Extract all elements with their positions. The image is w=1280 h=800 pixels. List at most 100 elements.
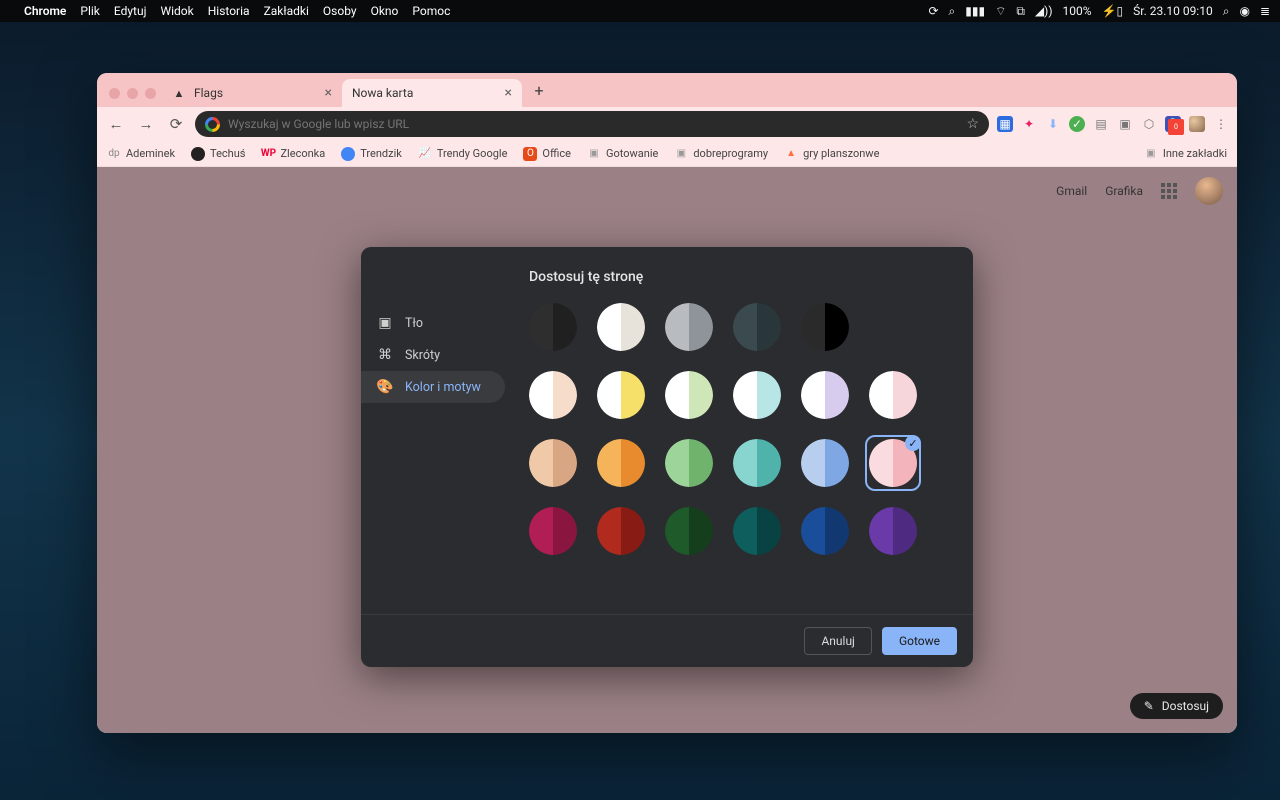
color-swatch[interactable] (665, 371, 713, 419)
color-swatch[interactable] (801, 439, 849, 487)
google-icon (205, 117, 220, 132)
color-swatch[interactable] (733, 303, 781, 351)
sidebar-item-background[interactable]: ▣ Tło (361, 307, 505, 339)
gmail-link[interactable]: Gmail (1056, 184, 1087, 198)
color-swatch[interactable] (665, 507, 713, 555)
color-swatch[interactable] (801, 371, 849, 419)
extensions: ▦ ✦ ⬇ ✓ ▤ ▣ ⬡ 🔒0 ⋮ (997, 116, 1229, 132)
close-icon[interactable]: × (325, 85, 332, 101)
sidebar-item-color-theme[interactable]: 🎨 Kolor i motyw (361, 371, 505, 403)
color-swatch[interactable] (597, 507, 645, 555)
ext-icon[interactable]: ⬡ (1141, 116, 1157, 132)
menu-edytuj[interactable]: Edytuj (114, 4, 147, 18)
color-swatch[interactable] (529, 371, 577, 419)
tab-newtab[interactable]: Nowa karta × (342, 79, 522, 107)
menu-widok[interactable]: Widok (160, 4, 193, 18)
color-swatch[interactable] (529, 303, 577, 351)
color-swatch[interactable] (869, 507, 917, 555)
bookmark-item[interactable]: WPZleconka (261, 147, 325, 161)
tab-strip: ▲ Flags × Nowa karta × + (97, 73, 1237, 107)
omnibox[interactable]: ☆ (195, 111, 989, 137)
color-swatch[interactable]: ✓ (869, 439, 917, 487)
ext-icon[interactable]: ✓ (1069, 116, 1085, 132)
reload-button[interactable]: ⟳ (165, 113, 187, 135)
bookmark-item[interactable]: Techuś (191, 147, 245, 161)
color-swatch[interactable] (869, 371, 917, 419)
ext-icon[interactable]: ▣ (1117, 116, 1133, 132)
menu-plik[interactable]: Plik (80, 4, 100, 18)
forward-button[interactable]: → (135, 113, 157, 135)
app-name[interactable]: Chrome (24, 4, 66, 18)
ext-icon[interactable]: ✦ (1021, 116, 1037, 132)
pencil-icon: ✎ (1144, 699, 1154, 713)
color-swatch[interactable] (733, 439, 781, 487)
color-swatch[interactable] (597, 371, 645, 419)
menu-okno[interactable]: Okno (371, 4, 399, 18)
flag-icon: ▲ (172, 86, 186, 100)
bookmark-item[interactable]: ▣Gotowanie (587, 147, 658, 161)
dialog-title: Dostosuj tę stronę (529, 269, 943, 285)
volume-icon[interactable]: ◢)) (1035, 4, 1053, 18)
customize-dialog: ▣ Tło ⌘ Skróty 🎨 Kolor i motyw Dostosuj … (361, 247, 973, 667)
grafika-link[interactable]: Grafika (1105, 184, 1143, 198)
spotlight-icon[interactable]: ⌕ (1223, 4, 1230, 19)
color-swatch[interactable] (597, 303, 645, 351)
color-swatch[interactable] (529, 507, 577, 555)
dialog-sidebar: ▣ Tło ⌘ Skróty 🎨 Kolor i motyw (361, 247, 511, 614)
bookmark-item[interactable]: ▲gry planszonwe (784, 147, 879, 161)
color-swatch[interactable] (597, 439, 645, 487)
tab-flags[interactable]: ▲ Flags × (162, 79, 342, 107)
chrome-window: ▲ Flags × Nowa karta × + ← → ⟳ ☆ ▦ ✦ ⬇ ✓… (97, 73, 1237, 733)
ext-icon[interactable]: ⬇ (1045, 116, 1061, 132)
color-swatches: ✓ (529, 303, 943, 555)
color-swatch[interactable] (529, 439, 577, 487)
bookmark-item[interactable]: Trendzik (341, 147, 402, 161)
dialog-footer: Anuluj Gotowe (361, 614, 973, 667)
wifi-icon[interactable]: ⌔ (995, 4, 1006, 19)
cancel-button[interactable]: Anuluj (804, 627, 871, 655)
sync-icon[interactable]: ⟳ (928, 4, 938, 18)
menu-zakladki[interactable]: Zakładki (264, 4, 309, 18)
menu-pomoc[interactable]: Pomoc (412, 4, 450, 18)
sidebar-item-shortcuts[interactable]: ⌘ Skróty (361, 339, 505, 371)
ntp-viewport: Gmail Grafika ✎ Dostosuj ▣ Tło ⌘ Skróty (97, 167, 1237, 733)
window-controls[interactable] (105, 88, 162, 107)
done-button[interactable]: Gotowe (882, 627, 957, 655)
check-icon: ✓ (905, 435, 921, 451)
address-input[interactable] (228, 117, 958, 131)
bluetooth-icon[interactable]: ⧉ (1016, 4, 1025, 19)
color-swatch[interactable] (801, 303, 849, 351)
menu-historia[interactable]: Historia (208, 4, 250, 18)
color-swatch[interactable] (801, 507, 849, 555)
battery-icon[interactable]: ▮▮▮ (965, 4, 985, 18)
siri-icon[interactable]: ◉ (1239, 4, 1249, 18)
list-icon[interactable]: ≣ (1260, 4, 1270, 18)
close-icon[interactable]: × (505, 85, 512, 101)
toolbar: ← → ⟳ ☆ ▦ ✦ ⬇ ✓ ▤ ▣ ⬡ 🔒0 ⋮ (97, 107, 1237, 141)
bookmark-item[interactable]: 📈Trendy Google (418, 147, 508, 161)
color-swatch[interactable] (665, 439, 713, 487)
color-swatch[interactable] (733, 371, 781, 419)
ext-icon[interactable]: ▦ (997, 116, 1013, 132)
menu-osoby[interactable]: Osoby (323, 4, 357, 18)
bookmark-star-icon[interactable]: ☆ (966, 116, 979, 132)
other-bookmarks[interactable]: ▣Inne zakładki (1144, 147, 1227, 161)
bookmark-item[interactable]: dpAdeminek (107, 147, 175, 161)
apps-icon[interactable] (1161, 183, 1177, 199)
profile-avatar[interactable] (1189, 116, 1205, 132)
customize-button[interactable]: ✎ Dostosuj (1130, 693, 1223, 719)
macos-menubar: Chrome Plik Edytuj Widok Historia Zakład… (0, 0, 1280, 22)
datetime[interactable]: Śr. 23.10 09:10 (1133, 4, 1213, 18)
bookmark-item[interactable]: ▣dobreprogramy (674, 147, 768, 161)
ext-icon[interactable]: ▤ (1093, 116, 1109, 132)
bookmark-item[interactable]: OOffice (523, 147, 571, 161)
ext-icon[interactable]: 🔒0 (1165, 116, 1181, 132)
back-button[interactable]: ← (105, 113, 127, 135)
new-tab-button[interactable]: + (526, 77, 552, 103)
tooltip-icon[interactable]: ⌕ (949, 4, 956, 19)
battery-text: 100% (1063, 4, 1092, 18)
chrome-menu-button[interactable]: ⋮ (1213, 116, 1229, 132)
color-swatch[interactable] (733, 507, 781, 555)
account-avatar[interactable] (1195, 177, 1223, 205)
color-swatch[interactable] (665, 303, 713, 351)
